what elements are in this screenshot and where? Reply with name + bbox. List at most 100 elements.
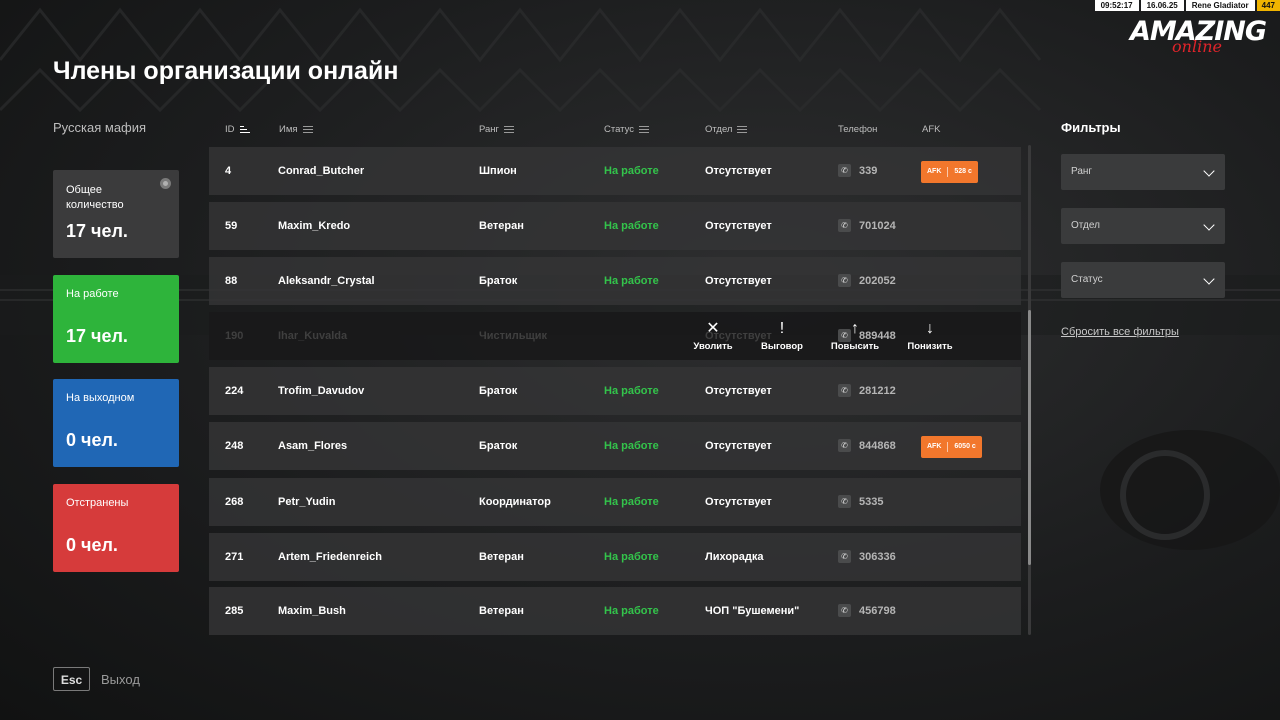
phone-icon: ✆ — [838, 383, 851, 397]
cell-rank: Браток — [479, 440, 518, 452]
cell-status: На работе — [604, 220, 659, 232]
sort-icon[interactable] — [639, 126, 650, 133]
cell-phone[interactable]: ✆ 701024 — [838, 202, 896, 250]
afk-badge: AFK 6050 с — [921, 436, 982, 458]
cell-status: На работе — [604, 275, 659, 287]
table-row[interactable]: 59 Maxim_Kredo Ветеран На работе Отсутст… — [209, 202, 1021, 250]
status-filter-select[interactable]: Статус — [1061, 262, 1225, 298]
organization-name: Русская мафия — [53, 120, 147, 135]
phone-icon: ✆ — [838, 163, 851, 177]
cell-id: 59 — [225, 220, 238, 232]
cell-dept: Отсутствует — [705, 440, 772, 452]
cell-id: 190 — [225, 330, 244, 342]
phone-number: 701024 — [859, 220, 896, 232]
phone-number: 202052 — [859, 275, 896, 287]
reprimand-button[interactable]: ! Выговор — [747, 312, 817, 353]
stat-card-day-off[interactable]: На выходном 0 чел. — [53, 379, 179, 467]
afk-label: AFK — [927, 168, 942, 175]
cell-status: На работе — [604, 385, 659, 397]
table-row[interactable]: 268 Petr_Yudin Координатор На работе Отс… — [209, 478, 1021, 526]
hud-level: 447 — [1256, 0, 1280, 11]
table-row-hovered[interactable]: 190 Ihar_Kuvalda Чистильщик Отсутствует … — [209, 312, 1021, 360]
table-row[interactable]: 271 Artem_Friedenreich Ветеран На работе… — [209, 533, 1021, 581]
demote-label: Понизить — [907, 341, 953, 352]
cell-phone[interactable]: ✆ 844868 — [838, 422, 896, 470]
rank-filter-select[interactable]: Ранг — [1061, 154, 1225, 190]
afk-badge: AFK 528 с — [921, 161, 978, 183]
stat-card-suspended[interactable]: Отстранены 0 чел. — [53, 484, 179, 572]
table-scrollbar[interactable] — [1028, 145, 1031, 635]
cell-dept: Отсутствует — [705, 275, 772, 287]
cell-phone[interactable]: ✆ 306336 — [838, 533, 896, 581]
cell-name: Trofim_Davudov — [278, 385, 365, 397]
cell-id: 271 — [225, 551, 244, 563]
phone-icon: ✆ — [838, 549, 851, 563]
cell-status: На работе — [604, 605, 659, 617]
cell-name: Conrad_Butcher — [278, 165, 365, 177]
cell-phone[interactable]: ✆ 5335 — [838, 478, 883, 526]
column-header-dept[interactable]: Отдел — [705, 124, 748, 135]
cell-phone[interactable]: ✆ 202052 — [838, 257, 896, 305]
column-header-rank[interactable]: Ранг — [479, 124, 515, 135]
column-header-name-label: Имя — [279, 124, 298, 135]
cell-id: 4 — [225, 165, 232, 177]
afk-time: 6050 с — [954, 443, 976, 450]
cell-rank: Шпион — [479, 165, 517, 177]
stat-card-total: Общее количество 17 чел. — [53, 170, 179, 258]
stat-suspended-label: Отстранены — [66, 497, 129, 509]
cell-name: Maxim_Kredo — [278, 220, 351, 232]
stat-at-work-value: 17 чел. — [66, 326, 128, 346]
demote-button[interactable]: ↓ Понизить — [895, 312, 965, 353]
scrollbar-thumb[interactable] — [1028, 310, 1031, 565]
cell-status: На работе — [604, 165, 659, 177]
phone-icon: ✆ — [838, 494, 851, 508]
status-filter-label: Статус — [1071, 274, 1103, 285]
phone-number: 306336 — [859, 551, 896, 563]
hud-player-name: Rene Gladiator — [1185, 0, 1255, 11]
dept-filter-select[interactable]: Отдел — [1061, 208, 1225, 244]
sort-icon[interactable] — [302, 126, 313, 133]
column-header-id[interactable]: ID — [225, 124, 250, 135]
phone-icon: ✆ — [838, 218, 851, 232]
column-header-afk: AFK — [922, 124, 940, 135]
arrow-up-icon: ↑ — [851, 320, 859, 337]
sort-icon[interactable] — [504, 126, 515, 133]
exclamation-icon: ! — [779, 320, 785, 337]
column-header-status-label: Статус — [604, 124, 635, 135]
sort-icon[interactable] — [239, 126, 250, 133]
column-header-status[interactable]: Статус — [604, 124, 650, 135]
reset-filters-link[interactable]: Сбросить все фильтры — [1061, 326, 1179, 338]
stat-card-at-work[interactable]: На работе 17 чел. — [53, 275, 179, 363]
reprimand-label: Выговор — [761, 341, 803, 352]
column-header-phone-label: Телефон — [838, 124, 878, 135]
table-row[interactable]: 224 Trofim_Davudov Браток На работе Отсу… — [209, 367, 1021, 415]
cell-dept: Отсутствует — [705, 165, 772, 177]
cell-id: 248 — [225, 440, 244, 452]
table-row[interactable]: 285 Maxim_Bush Ветеран На работе ЧОП "Бу… — [209, 587, 1021, 635]
column-header-name[interactable]: Имя — [279, 124, 313, 135]
cell-name: Petr_Yudin — [278, 496, 336, 508]
stat-at-work-label: На работе — [66, 288, 119, 300]
column-header-dept-label: Отдел — [705, 124, 733, 135]
cell-status: На работе — [604, 496, 659, 508]
stat-suspended-value: 0 чел. — [66, 535, 118, 555]
rank-filter-label: Ранг — [1071, 166, 1093, 177]
column-header-afk-label: AFK — [922, 124, 941, 135]
promote-button[interactable]: ↑ Повысить — [820, 312, 890, 353]
table-row[interactable]: 4 Conrad_Butcher Шпион На работе Отсутст… — [209, 147, 1021, 195]
phone-number: 844868 — [859, 440, 896, 452]
fire-button[interactable]: ✕ Уволить — [678, 312, 748, 353]
table-header: ID Имя Ранг Статус Отдел Телефон AFK — [209, 124, 1021, 138]
sort-icon[interactable] — [737, 126, 748, 133]
cell-dept: Отсутствует — [705, 220, 772, 232]
cell-phone[interactable]: ✆ 456798 — [838, 587, 896, 635]
cell-dept: ЧОП "Бушемени" — [705, 605, 800, 617]
esc-button[interactable]: Esc — [53, 667, 90, 691]
table-row[interactable]: 88 Aleksandr_Crystal Браток На работе От… — [209, 257, 1021, 305]
cell-phone[interactable]: ✆ 281212 — [838, 367, 896, 415]
cell-phone[interactable]: ✆ 339 — [838, 147, 877, 195]
info-icon[interactable] — [160, 178, 171, 189]
exit-label[interactable]: Выход — [101, 672, 140, 687]
table-row[interactable]: 248 Asam_Flores Браток На работе Отсутст… — [209, 422, 1021, 470]
chevron-down-icon — [1203, 273, 1215, 285]
